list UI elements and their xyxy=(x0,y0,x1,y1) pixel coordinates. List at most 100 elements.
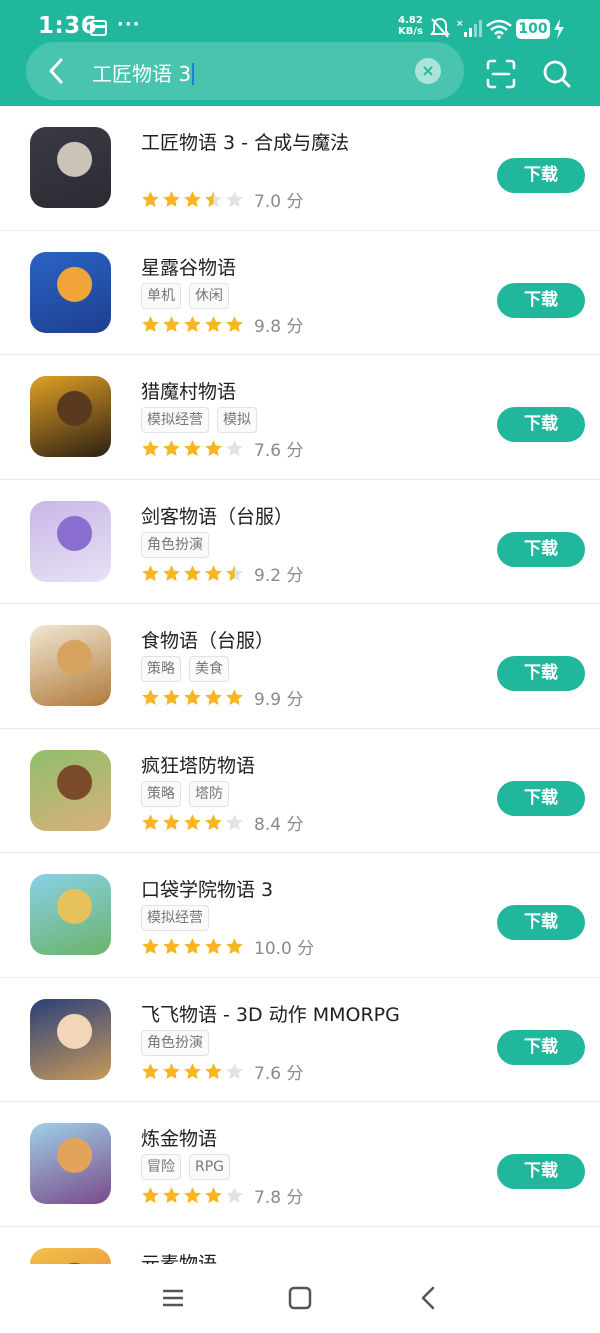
download-button[interactable]: 下载 xyxy=(497,1029,585,1065)
star-full-icon xyxy=(142,440,159,457)
star-full-icon xyxy=(163,440,180,457)
app-title[interactable]: 工匠物语 3 - 合成与魔法 xyxy=(141,128,349,155)
download-button[interactable]: 下载 xyxy=(497,282,585,318)
app-rating: 10.0 分 xyxy=(141,934,314,959)
star-full-icon xyxy=(205,1187,222,1204)
star-full-icon xyxy=(142,689,159,706)
app-tag: 塔防 xyxy=(189,780,229,807)
app-tags: 角色扮演 xyxy=(141,1029,209,1056)
app-tag: 冒险 xyxy=(141,1154,181,1180)
app-tag: 单机 xyxy=(141,282,181,309)
network-speed-unit: KB/s xyxy=(398,26,423,37)
star-full-icon xyxy=(184,1062,201,1079)
app-list-item[interactable]: 猎魔村物语 模拟经营 模拟 7.6 分 下载 xyxy=(0,355,600,480)
network-speed: 4.82 KB/s xyxy=(398,15,423,37)
star-full-icon xyxy=(205,1062,222,1079)
download-button[interactable]: 下载 xyxy=(497,407,585,442)
app-rating: 7.8 分 xyxy=(141,1183,303,1208)
app-icon[interactable] xyxy=(30,625,111,706)
app-list-item[interactable]: 剑客物语（台服） 角色扮演 9.2 分 下载 xyxy=(0,480,600,604)
star-full-icon xyxy=(184,315,201,332)
app-list-item[interactable]: 口袋学院物语 3 模拟经营 10.0 分 下载 xyxy=(0,853,600,978)
app-title[interactable]: 猎魔村物语 xyxy=(141,377,236,404)
app-score: 7.6 分 xyxy=(254,1063,304,1084)
download-button[interactable]: 下载 xyxy=(497,656,585,691)
search-results-list[interactable]: 工匠物语 3 - 合成与魔法 7.0 分下载 星露谷物语 单机 休闲 9.8 分下载 猎魔村… xyxy=(0,106,600,1264)
star-rating xyxy=(141,1186,244,1205)
download-button[interactable]: 下载 xyxy=(497,531,585,567)
app-rating: 7.6 分 xyxy=(141,1059,303,1084)
app-score: 9.8 分 xyxy=(254,316,304,337)
app-title[interactable]: 炼金物语 xyxy=(141,1124,217,1151)
star-full-icon xyxy=(184,1187,201,1204)
app-tags: 角色扮演 xyxy=(141,531,209,558)
star-empty-icon xyxy=(226,813,243,830)
app-icon[interactable] xyxy=(30,376,111,457)
star-full-icon xyxy=(142,938,159,955)
network-speed-value: 4.82 xyxy=(398,15,423,26)
star-full-icon xyxy=(205,564,222,581)
app-title[interactable]: 食物语（台服） xyxy=(141,626,274,653)
menu-icon[interactable] xyxy=(161,1286,185,1310)
download-button[interactable]: 下载 xyxy=(497,780,585,816)
chevron-left-icon[interactable] xyxy=(46,57,66,85)
app-title[interactable]: 剑客物语（台服） xyxy=(141,502,293,529)
app-rating: 9.8 分 xyxy=(141,312,303,337)
download-button[interactable]: 下载 xyxy=(497,158,585,193)
app-rating: 9.9 分 xyxy=(141,685,303,710)
clear-search-button[interactable]: × xyxy=(415,58,441,84)
scan-icon[interactable] xyxy=(486,59,516,89)
download-button[interactable]: 下载 xyxy=(497,905,585,940)
star-full-icon xyxy=(163,564,180,581)
app-tag: 角色扮演 xyxy=(141,1029,209,1056)
app-tags: 策略 塔防 xyxy=(141,780,229,807)
app-icon[interactable] xyxy=(30,874,111,955)
star-rating xyxy=(141,190,244,209)
app-rating: 7.0 分 xyxy=(141,187,303,212)
status-bar: 1:36 ··· 4.82 KB/s × 100 xyxy=(0,10,600,46)
app-tag: 模拟经营 xyxy=(141,905,209,931)
nav-back-icon[interactable] xyxy=(418,1286,438,1310)
star-full-icon xyxy=(142,1062,159,1079)
search-input[interactable]: 工匠物语 3 xyxy=(92,58,194,87)
app-list-item[interactable]: 元素物语 xyxy=(0,1227,600,1265)
app-icon[interactable] xyxy=(30,998,111,1080)
star-empty-icon xyxy=(226,1062,243,1079)
app-list-item[interactable]: 星露谷物语 单机 休闲 9.8 分 下载 xyxy=(0,231,600,355)
search-bar[interactable]: 工匠物语 3 × xyxy=(26,42,464,100)
app-list-item[interactable]: 疯狂塔防物语 策略 塔防 8.4 分 下载 xyxy=(0,729,600,853)
app-list-item[interactable]: 飞飞物语 - 3D 动作 MMORPG 角色扮演 7.6 分 下载 xyxy=(0,978,600,1102)
star-full-icon xyxy=(142,564,159,581)
app-icon[interactable] xyxy=(30,1123,111,1204)
svg-text:×: × xyxy=(456,19,464,29)
app-title[interactable]: 元素物语 xyxy=(141,1249,217,1265)
app-list-item[interactable]: 食物语（台服） 策略 美食 9.9 分 下载 xyxy=(0,604,600,729)
app-title[interactable]: 飞飞物语 - 3D 动作 MMORPG xyxy=(141,1000,400,1027)
app-icon[interactable] xyxy=(30,127,111,208)
mute-icon xyxy=(430,17,450,38)
app-title[interactable]: 星露谷物语 xyxy=(141,253,236,280)
star-full-icon xyxy=(184,813,201,830)
app-list-item[interactable]: 炼金物语 冒险 RPG 7.8 分 下载 xyxy=(0,1102,600,1227)
app-title[interactable]: 口袋学院物语 3 xyxy=(141,875,273,902)
app-score: 7.0 分 xyxy=(254,192,304,212)
app-score: 7.6 分 xyxy=(254,441,304,461)
app-rating: 7.6 分 xyxy=(141,436,303,461)
star-full-icon xyxy=(163,1187,180,1204)
app-score: 9.2 分 xyxy=(254,565,304,586)
app-icon[interactable] xyxy=(30,1247,111,1264)
download-button[interactable]: 下载 xyxy=(497,1154,585,1189)
home-square-icon[interactable] xyxy=(288,1286,312,1310)
search-icon[interactable] xyxy=(542,59,572,89)
app-score: 10.0 分 xyxy=(254,939,315,959)
app-icon[interactable] xyxy=(30,500,111,582)
app-score: 8.4 分 xyxy=(254,814,304,835)
app-title[interactable]: 疯狂塔防物语 xyxy=(141,751,255,778)
star-rating xyxy=(141,564,244,583)
app-list-item[interactable]: 工匠物语 3 - 合成与魔法 7.0 分 下载 xyxy=(0,106,600,231)
star-half-icon xyxy=(226,564,243,581)
app-icon[interactable] xyxy=(30,251,111,333)
star-full-icon xyxy=(205,938,222,955)
system-navigation-bar xyxy=(0,1264,600,1333)
app-icon[interactable] xyxy=(30,749,111,831)
